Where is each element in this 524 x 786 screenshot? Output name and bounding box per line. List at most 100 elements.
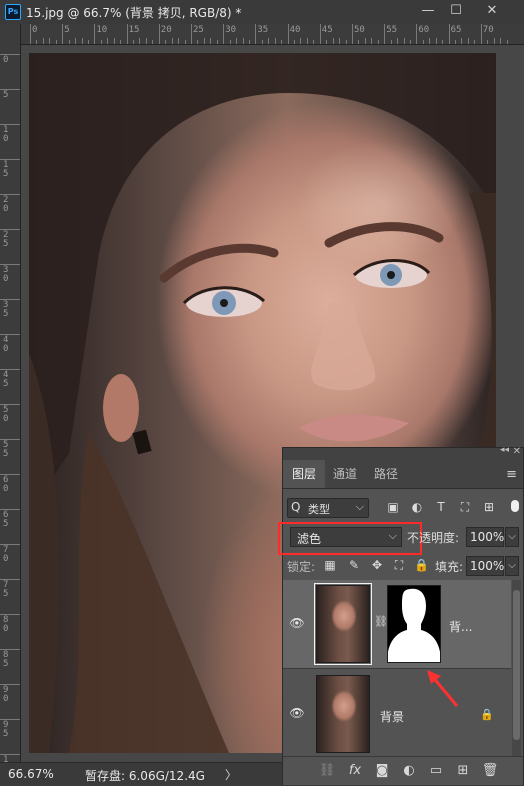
layers-panel: ◂◂ ✕ 图层 通道 路径 ≡ Q 类型 ⌵ ▣ ◐ T ⛶ ⊞ 滤色 ⌵ 不透… xyxy=(278,445,524,785)
ruler-tick xyxy=(191,24,192,44)
chain-link-icon[interactable]: ⛓ xyxy=(374,615,388,628)
layers-list: 👁 ⛓ 背... 👁 背景 🔒 xyxy=(283,580,511,759)
fill-dropdown-icon[interactable]: ⌵ xyxy=(505,556,519,576)
ruler-label: 95 xyxy=(3,720,9,739)
add-mask-icon[interactable]: ◙ xyxy=(373,762,391,780)
layer-thumbnail[interactable] xyxy=(314,583,372,665)
ruler-label: 25 xyxy=(3,230,9,249)
blend-mode-highlight-box xyxy=(278,522,422,555)
visibility-eye-icon[interactable]: 👁 xyxy=(289,706,305,722)
ruler-tick xyxy=(480,24,482,44)
tab-paths[interactable]: 路径 xyxy=(369,460,403,488)
ruler-minor-tick xyxy=(203,38,205,44)
adjustment-layer-icon[interactable]: ◐ xyxy=(400,762,418,780)
ruler-minor-tick xyxy=(326,40,328,44)
maximize-button[interactable]: ☐ xyxy=(446,2,466,20)
ruler-minor-tick xyxy=(358,40,360,44)
search-icon: Q xyxy=(291,500,301,514)
filter-toggle[interactable] xyxy=(511,500,519,512)
ruler-tick xyxy=(223,24,225,44)
type-filter-icon[interactable]: T xyxy=(434,499,448,515)
ruler-minor-tick xyxy=(345,40,347,44)
ruler-minor-tick xyxy=(474,40,476,44)
ruler-tick xyxy=(319,24,321,44)
ruler-minor-tick xyxy=(197,40,199,44)
fill-input[interactable]: 100% xyxy=(466,556,504,576)
status-menu-arrow-icon[interactable]: 〉 xyxy=(225,766,237,783)
ruler-minor-tick xyxy=(493,38,495,44)
fx-icon[interactable]: fx xyxy=(346,762,364,780)
panel-menu-icon[interactable]: ≡ xyxy=(506,467,517,482)
adjustment-filter-icon[interactable]: ◐ xyxy=(410,499,424,515)
layer-lock-icon: 🔒 xyxy=(480,708,494,721)
ruler-label: 30 xyxy=(3,265,9,284)
ruler-minor-tick xyxy=(184,40,186,44)
close-button[interactable]: ✕ xyxy=(482,2,502,20)
ruler-label: 20 xyxy=(160,25,172,35)
ruler-minor-tick xyxy=(339,38,341,44)
layers-scrollbar[interactable] xyxy=(512,580,521,756)
trash-icon[interactable]: 🗑 xyxy=(481,762,499,780)
ruler-label: 0 xyxy=(32,25,38,35)
tab-channels[interactable]: 通道 xyxy=(327,460,363,488)
lock-artboard-icon[interactable]: ⛶ xyxy=(392,557,406,573)
layer-name[interactable]: 背... xyxy=(449,618,472,635)
layers-bottom-toolbar: ⛓ fx ◙ ◐ ▭ ⊞ 🗑 xyxy=(283,756,523,785)
ruler-minor-tick xyxy=(429,38,431,44)
chevron-down-icon: ⌵ xyxy=(355,500,364,513)
ruler-label: 45 xyxy=(321,25,333,35)
layer-row-background-copy[interactable]: 👁 ⛓ 背... xyxy=(283,580,511,669)
close-panel-icon[interactable]: ✕ xyxy=(513,446,521,457)
photoshop-app-icon: Ps xyxy=(5,4,21,20)
horizontal-ruler[interactable]: 0 5 10 15 20 25 30 35 40 45 50 55 60 65 70 xyxy=(20,24,524,45)
ruler-minor-tick xyxy=(390,40,392,44)
ruler-minor-tick xyxy=(397,38,399,44)
ruler-minor-tick xyxy=(313,40,315,44)
ruler-minor-tick xyxy=(364,38,366,44)
new-group-icon[interactable]: ▭ xyxy=(427,762,445,780)
ruler-minor-tick xyxy=(165,40,167,44)
vertical-ruler[interactable]: 0510152025303540455055606570758085909510… xyxy=(0,24,21,783)
ruler-minor-tick xyxy=(403,38,405,44)
scrollbar-thumb[interactable] xyxy=(513,590,520,740)
ruler-label: 65 xyxy=(3,510,9,529)
ruler-label: 70 xyxy=(3,545,9,564)
visibility-eye-icon[interactable]: 👁 xyxy=(289,616,305,632)
ruler-minor-tick xyxy=(75,38,77,44)
lock-all-icon[interactable]: 🔒 xyxy=(414,557,429,573)
scratch-disk-info: 暂存盘: 6.06G/12.4G xyxy=(85,769,205,783)
ruler-label: 10 xyxy=(96,25,108,35)
ruler-minor-tick xyxy=(81,38,83,44)
ruler-minor-tick xyxy=(455,40,457,44)
ruler-minor-tick xyxy=(422,40,424,44)
zoom-level[interactable]: 66.67% xyxy=(8,767,54,781)
minimize-button[interactable]: — xyxy=(418,2,438,20)
ruler-minor-tick xyxy=(461,38,463,44)
panel-header-strip: ◂◂ ✕ xyxy=(283,445,523,460)
shape-filter-icon[interactable]: ⛶ xyxy=(458,499,472,515)
ruler-minor-tick xyxy=(300,38,302,44)
ruler-minor-tick xyxy=(49,38,51,44)
tab-layers[interactable]: 图层 xyxy=(283,460,325,488)
ruler-tick xyxy=(416,24,418,44)
layer-name[interactable]: 背景 xyxy=(380,708,404,725)
image-filter-icon[interactable]: ▣ xyxy=(386,499,400,515)
filter-kind-label: 类型 xyxy=(308,503,330,516)
smart-object-filter-icon[interactable]: ⊞ xyxy=(482,499,496,515)
layer-filter-select[interactable]: Q 类型 ⌵ xyxy=(287,498,369,518)
ruler-label: 35 xyxy=(3,300,9,319)
ruler-minor-tick xyxy=(377,40,379,44)
lock-position-icon[interactable]: ✥ xyxy=(370,557,384,573)
opacity-input[interactable]: 100% xyxy=(466,527,504,547)
lock-transparent-pixels-icon[interactable]: ▦ xyxy=(323,557,337,573)
lock-image-pixels-icon[interactable]: ✎ xyxy=(347,557,361,573)
collapse-panel-icon[interactable]: ◂◂ xyxy=(500,445,509,455)
layer-thumbnail[interactable] xyxy=(316,675,370,753)
ruler-label: 60 xyxy=(418,25,430,35)
layer-row-background[interactable]: 👁 背景 🔒 xyxy=(283,670,511,759)
new-layer-icon[interactable]: ⊞ xyxy=(454,762,472,780)
ruler-minor-tick xyxy=(409,40,411,44)
layer-mask-thumbnail[interactable] xyxy=(387,585,441,663)
opacity-dropdown-icon[interactable]: ⌵ xyxy=(505,527,519,547)
link-layers-icon[interactable]: ⛓ xyxy=(318,762,336,780)
